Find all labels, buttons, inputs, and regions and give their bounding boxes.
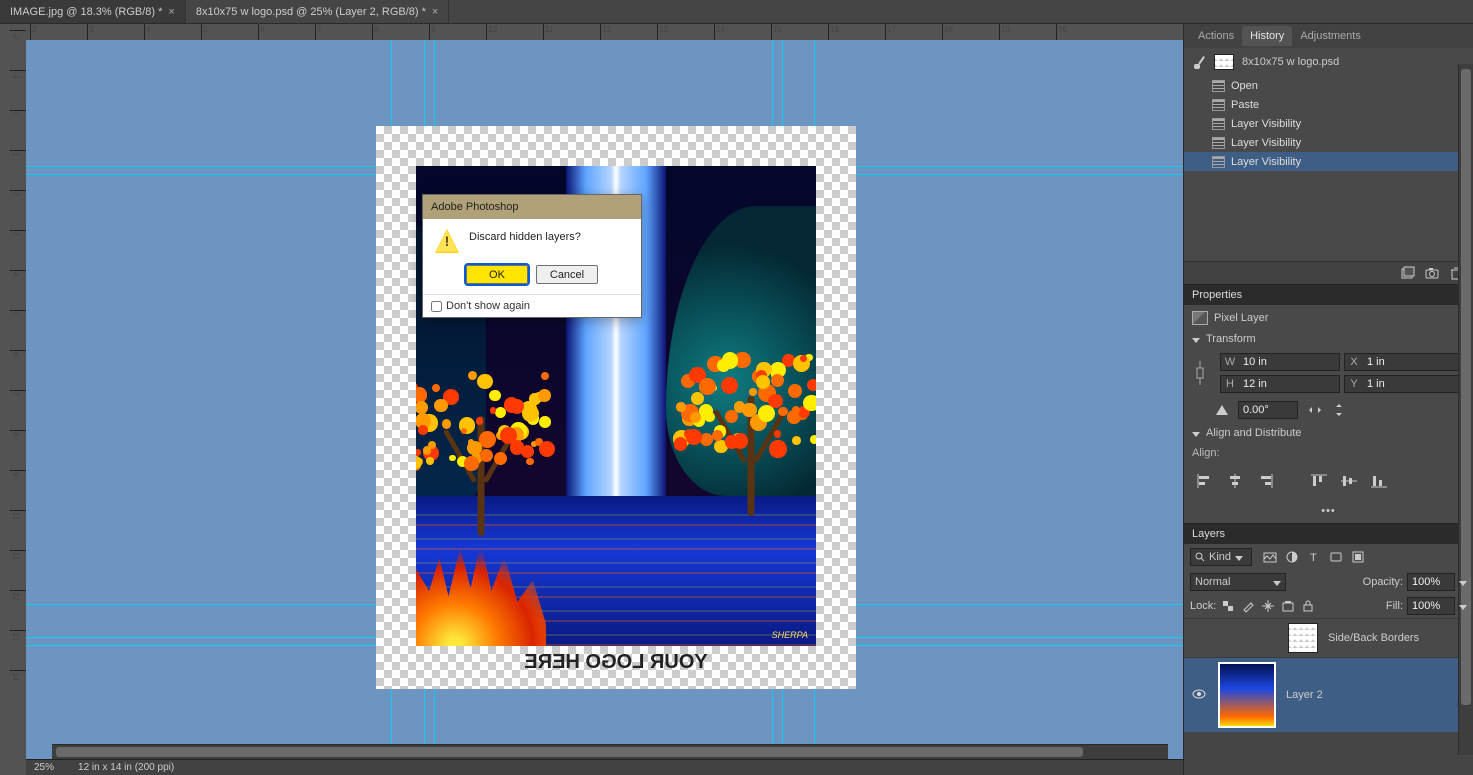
close-icon[interactable]: × <box>168 6 174 18</box>
layer-thumb[interactable] <box>1288 623 1318 653</box>
visibility-toggle[interactable] <box>1190 689 1208 702</box>
dont-show-input[interactable] <box>431 301 442 312</box>
x-field[interactable]: X1 in <box>1344 353 1464 371</box>
ruler-vertical[interactable]: -2-101234567891011121314 <box>10 24 26 775</box>
tab-logo-psd[interactable]: 8x10x75 w logo.psd @ 25% (Layer 2, RGB/8… <box>186 0 450 23</box>
zoom-level[interactable]: 25% <box>34 762 54 773</box>
history-state-icon <box>1212 99 1225 111</box>
blend-mode-select[interactable]: Normal <box>1190 573 1286 591</box>
svg-text:T: T <box>1310 552 1317 564</box>
layer-row-layer2[interactable]: Layer 2 <box>1184 657 1473 732</box>
history-item[interactable]: Layer Visibility <box>1184 133 1473 152</box>
pixel-layer-icon <box>1192 311 1208 325</box>
layer-name[interactable]: Side/Back Borders <box>1328 632 1419 644</box>
dialog-title: Adobe Photoshop <box>423 195 641 219</box>
link-wh-icon[interactable] <box>1192 355 1208 391</box>
camera-icon[interactable] <box>1425 266 1439 280</box>
scrollbar-horizontal[interactable] <box>52 744 1168 759</box>
y-field[interactable]: Y1 in <box>1344 375 1464 393</box>
rotation-icon <box>1216 405 1228 415</box>
layer-thumb[interactable] <box>1218 662 1276 728</box>
align-vcenter-icon[interactable] <box>1340 473 1360 491</box>
flip-vertical-icon[interactable] <box>1332 403 1346 417</box>
history-item[interactable]: Layer Visibility <box>1184 114 1473 133</box>
status-bar: 25% 12 in x 14 in (200 ppi) <box>26 759 1183 775</box>
tab-history[interactable]: History <box>1242 26 1292 46</box>
more-options-icon[interactable]: ••• <box>1192 505 1465 517</box>
history-state-icon <box>1212 118 1225 130</box>
opacity-field[interactable]: 100% <box>1407 573 1455 591</box>
discard-layers-dialog: Adobe Photoshop ! Discard hidden layers?… <box>422 194 642 318</box>
filter-adjustment-icon[interactable] <box>1284 549 1300 565</box>
tab-label: IMAGE.jpg @ 18.3% (RGB/8) * <box>10 6 162 18</box>
history-state-icon <box>1212 156 1225 168</box>
history-item[interactable]: Layer Visibility <box>1184 152 1473 171</box>
filter-pixel-icon[interactable] <box>1262 549 1278 565</box>
properties-header[interactable]: Properties <box>1184 284 1473 305</box>
lock-transparency-icon[interactable] <box>1220 598 1236 614</box>
ruler-horizontal[interactable]: 01234567891011121314151617181920 <box>26 24 1183 40</box>
lock-artboard-icon[interactable] <box>1280 598 1296 614</box>
document-dimensions: 12 in x 14 in (200 ppi) <box>78 762 174 773</box>
canvas[interactable]: SHERPA YOUR LOGO HERE Adobe Photoshop ! … <box>26 40 1183 759</box>
left-gutter <box>0 24 10 775</box>
filter-smart-icon[interactable] <box>1350 549 1366 565</box>
scrollbar-vertical[interactable] <box>1458 64 1473 755</box>
align-top-icon[interactable] <box>1310 473 1330 491</box>
tab-actions[interactable]: Actions <box>1190 26 1242 46</box>
cancel-button[interactable]: Cancel <box>536 265 598 284</box>
warning-icon: ! <box>435 229 459 253</box>
layer-kind-filter[interactable]: Kind <box>1190 548 1252 566</box>
ok-button[interactable]: OK <box>466 265 528 284</box>
panel-dock: Actions History Adjustments 8x10x75 w lo… <box>1183 24 1473 775</box>
lock-pixels-icon[interactable] <box>1240 598 1256 614</box>
close-icon[interactable]: × <box>432 6 438 18</box>
dont-show-checkbox[interactable]: Don't show again <box>423 294 641 317</box>
history-item[interactable]: Open <box>1184 76 1473 95</box>
filter-type-icon[interactable]: T <box>1306 549 1322 565</box>
rotation-field[interactable]: 0.00° <box>1238 401 1298 419</box>
history-state-icon <box>1212 137 1225 149</box>
tab-label: 8x10x75 w logo.psd @ 25% (Layer 2, RGB/8… <box>196 6 426 18</box>
fill-field[interactable]: 100% <box>1407 597 1455 615</box>
align-bottom-icon[interactable] <box>1370 473 1390 491</box>
align-left-icon[interactable] <box>1196 473 1216 491</box>
new-document-from-state-icon[interactable] <box>1401 266 1415 280</box>
document-tabs: IMAGE.jpg @ 18.3% (RGB/8) * × 8x10x75 w … <box>0 0 1473 24</box>
align-right-icon[interactable] <box>1256 473 1276 491</box>
dialog-message: Discard hidden layers? <box>469 229 581 253</box>
layer-row-borders[interactable]: Side/Back Borders <box>1184 618 1473 657</box>
logo-placeholder-text: YOUR LOGO HERE <box>524 651 707 674</box>
tab-image-jpg[interactable]: IMAGE.jpg @ 18.3% (RGB/8) * × <box>0 0 186 23</box>
transform-section[interactable]: Transform <box>1192 333 1465 345</box>
lock-position-icon[interactable] <box>1260 598 1276 614</box>
layers-header[interactable]: Layers <box>1184 523 1473 544</box>
align-hcenter-icon[interactable] <box>1226 473 1246 491</box>
history-list: OpenPasteLayer VisibilityLayer Visibilit… <box>1184 76 1473 171</box>
history-file: 8x10x75 w logo.psd <box>1242 56 1339 68</box>
width-field[interactable]: W10 in <box>1220 353 1340 371</box>
lock-all-icon[interactable] <box>1300 598 1316 614</box>
history-state-icon <box>1212 80 1225 92</box>
tab-adjustments[interactable]: Adjustments <box>1292 26 1369 46</box>
height-field[interactable]: H12 in <box>1220 375 1340 393</box>
align-distribute-section[interactable]: Align and Distribute <box>1192 427 1465 439</box>
filter-shape-icon[interactable] <box>1328 549 1344 565</box>
layer-name[interactable]: Layer 2 <box>1286 689 1323 701</box>
history-brush-icon[interactable] <box>1192 55 1206 69</box>
history-item[interactable]: Paste <box>1184 95 1473 114</box>
flip-horizontal-icon[interactable] <box>1308 403 1322 417</box>
signature: SHERPA <box>772 630 808 640</box>
history-snapshot-thumb[interactable] <box>1214 54 1234 70</box>
